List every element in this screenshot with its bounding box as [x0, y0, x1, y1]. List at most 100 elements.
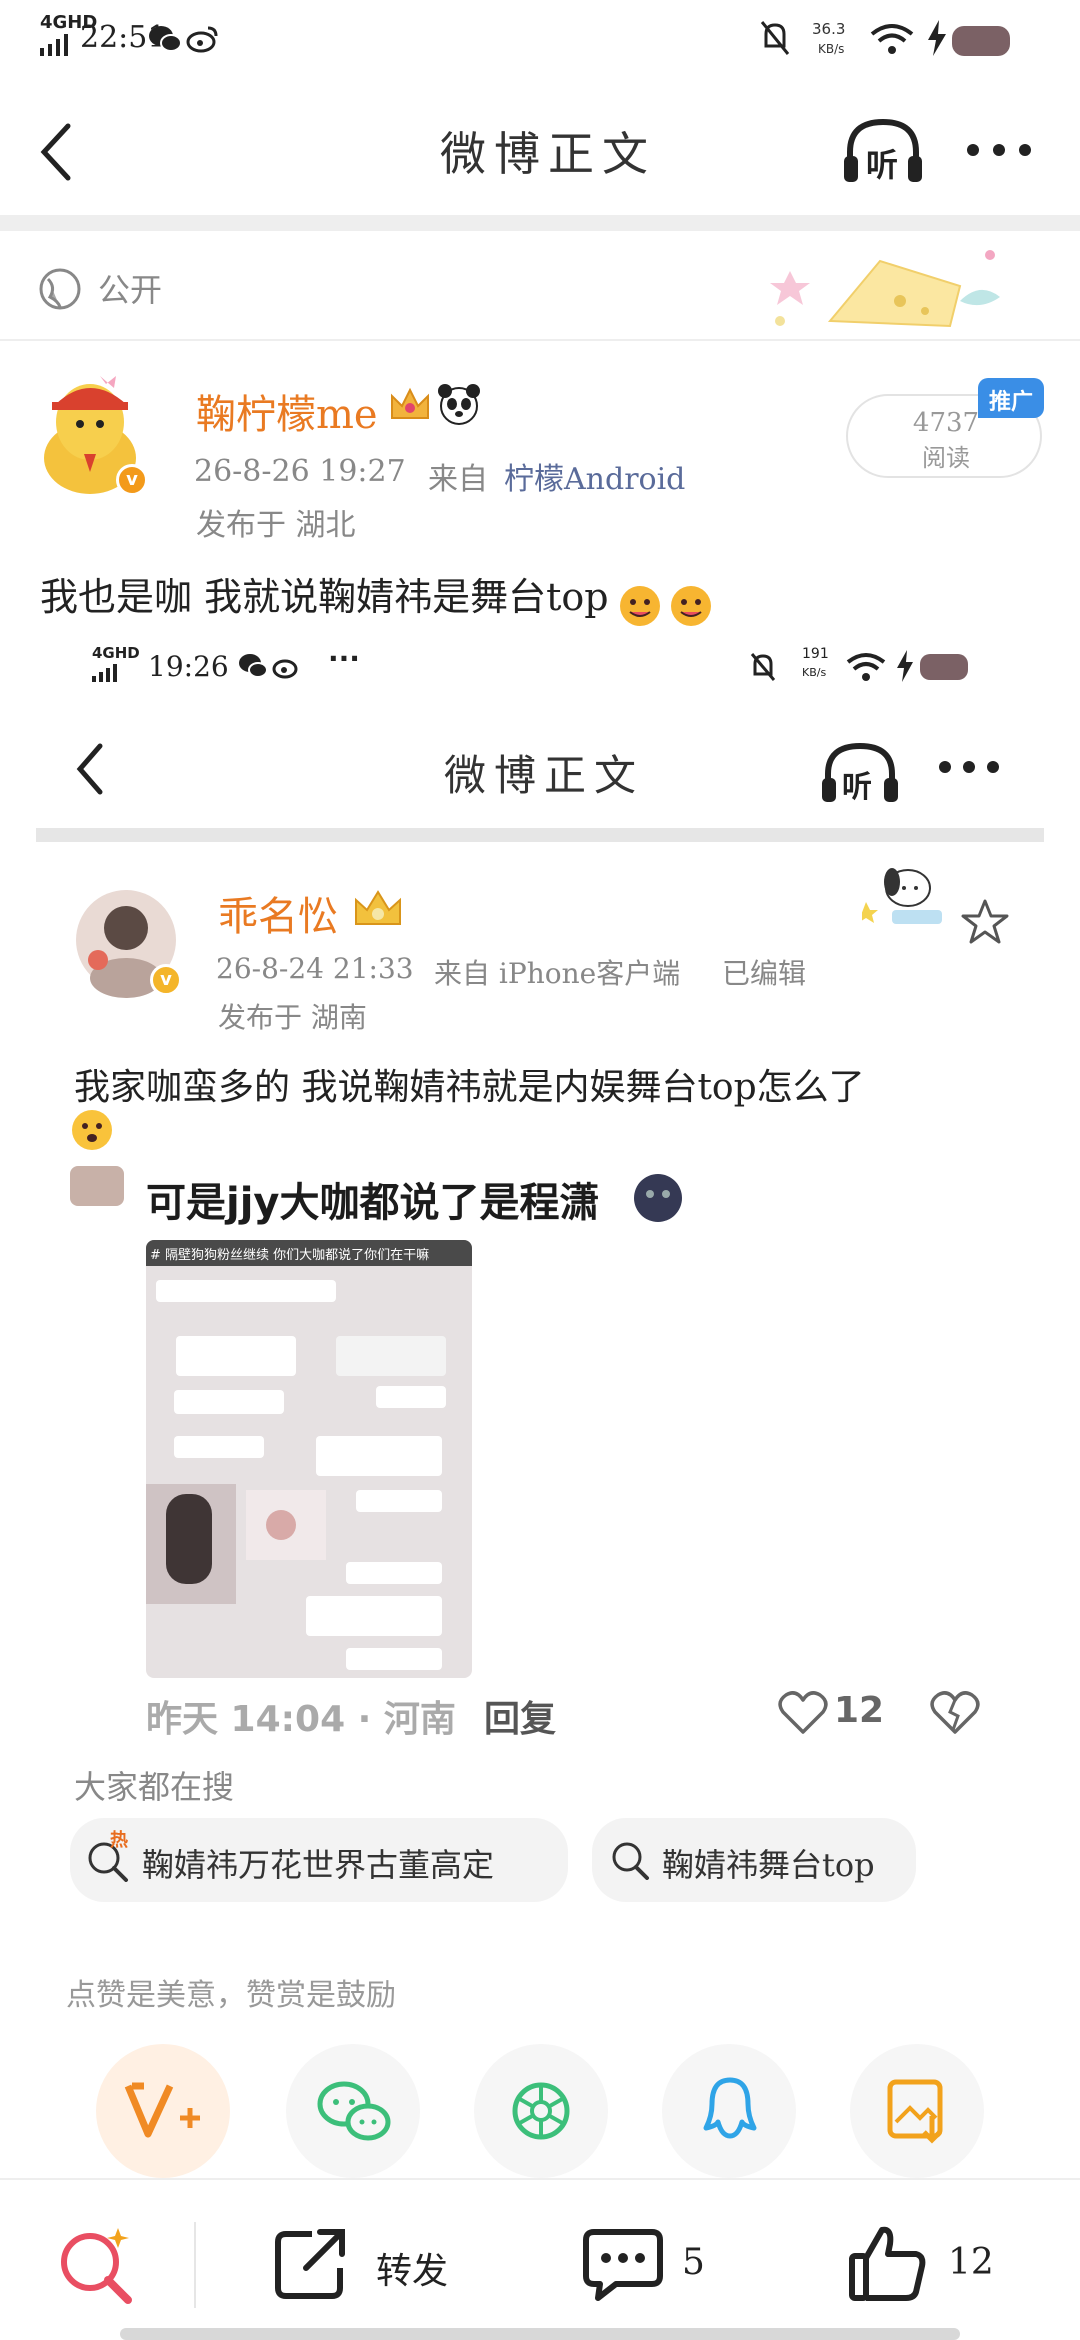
inner-more-dots-icon	[939, 761, 999, 773]
listen-button[interactable]: 听	[842, 116, 924, 186]
inner-mute-icon	[750, 653, 776, 681]
privacy-label: 公开	[98, 271, 163, 309]
inner-post-time: 26-8-24 21:33	[216, 952, 414, 985]
read-label: 阅读	[922, 444, 970, 472]
inner-battery-icon	[920, 654, 968, 680]
chat-bubble	[336, 1336, 446, 1376]
comment-button[interactable]: 5	[582, 2220, 742, 2310]
v-plus-icon	[124, 2082, 200, 2138]
comment-screenshot-image: # 隔壁狗狗粉丝继续 你们大咖都说了你们在干嘛	[146, 1240, 472, 1678]
comment-icon	[583, 2229, 663, 2301]
search-suggestion-2[interactable]: 鞠婧祎舞台top	[592, 1818, 916, 1902]
chat-bubble	[316, 1436, 442, 1476]
comment-count: 5	[682, 2242, 705, 2283]
section-divider	[0, 215, 1080, 231]
inner-post-text: 我家咖蛮多的 我说鞠婧祎就是内娱舞台top怎么了	[74, 1067, 865, 1108]
post-client-link[interactable]: 柠檬Android	[504, 454, 685, 498]
ai-search-icon	[61, 2228, 132, 2304]
globe-icon	[39, 268, 81, 310]
chat-photo	[146, 1484, 236, 1604]
wechat-status-icon	[149, 26, 182, 52]
cheese-sticker-decoration	[770, 250, 1000, 328]
screenshot-caption-bar: # 隔壁狗狗粉丝继续 你们大咖都说了你们在干嘛	[146, 1240, 472, 1266]
net-speed-unit: KB/s	[818, 42, 845, 56]
save-image-share-button[interactable]	[850, 2044, 984, 2178]
promo-label: 推广	[988, 390, 1033, 415]
wechat-icon	[317, 2081, 391, 2141]
chat-bubble	[346, 1648, 442, 1670]
listen-label: 听	[866, 146, 899, 184]
photo-person	[166, 1494, 212, 1584]
moments-share-button[interactable]	[474, 2044, 608, 2178]
post-text-row: 我也是咖 我就说鞠婧祎是舞台top	[40, 566, 1040, 626]
broken-heart-icon	[930, 1691, 980, 1734]
like-button[interactable]: 12	[848, 2220, 1048, 2310]
save-image-icon	[887, 2079, 943, 2144]
inner-listen-label: 听	[842, 770, 872, 805]
status-bar: 4GHD 22:51 36.3 KB/s	[0, 0, 1080, 80]
chat-bubble	[376, 1386, 446, 1408]
top-nav: 微博正文 听	[0, 80, 1080, 215]
moments-icon	[512, 2082, 570, 2140]
inner-post-edited: 已编辑	[722, 957, 807, 990]
reply-button: 回复	[484, 1699, 557, 1740]
shocked-emoji-icon	[72, 1110, 112, 1150]
inner-wifi-icon	[846, 653, 886, 681]
tongue-emoji-icon	[619, 585, 660, 626]
charging-icon	[928, 20, 946, 56]
vplus-share-button[interactable]	[96, 2044, 230, 2178]
inner-post-location: 发布于 湖南	[218, 1001, 367, 1034]
inner-speed-unit: KB/s	[802, 666, 827, 679]
author-avatar[interactable]: v	[34, 366, 152, 496]
tongue-emoji-icon-2	[670, 585, 711, 626]
chat-bubble	[176, 1336, 296, 1376]
favorite-star-icon	[961, 899, 1009, 944]
repost-button[interactable]: 转发	[272, 2220, 492, 2310]
repost-icon	[275, 2229, 345, 2299]
search-heading: 大家都在搜	[74, 1768, 235, 1806]
photo-blob	[266, 1510, 296, 1540]
search-suggestion-1[interactable]: 热 鞠婧祎万花世界古董高定	[70, 1818, 568, 1902]
inner-page-title: 微博正文	[444, 751, 645, 800]
privacy-row: 公开	[0, 231, 1080, 341]
chat-bubble	[346, 1562, 442, 1584]
inner-network: 4GHD	[92, 644, 140, 662]
reward-tip: 点赞是美意，赞赏是鼓励	[66, 1978, 396, 2013]
screenshot-caption: # 隔壁狗狗粉丝继续 你们大咖都说了你们在干嘛	[150, 1248, 430, 1263]
inner-speed: 191	[802, 646, 829, 662]
inner-weibo-icon	[272, 659, 298, 679]
search-icon	[612, 1842, 649, 1880]
inner-verified-badge-icon: v	[150, 964, 182, 996]
post-location: 发布于 湖北	[196, 508, 356, 543]
hot-tag: 热	[110, 1830, 128, 1851]
weibo-status-icon	[186, 26, 218, 53]
verified-badge-icon: v	[116, 464, 148, 496]
commenter-avatar	[70, 1166, 124, 1206]
bottom-divider	[194, 2222, 196, 2308]
inner-wechat-icon	[239, 654, 268, 678]
chat-bubble	[156, 1280, 336, 1302]
inner-divider	[36, 828, 1044, 842]
post-time: 26-8-26 19:27	[194, 454, 406, 489]
comment-time-location: 昨天 14:04 · 河南	[146, 1699, 456, 1740]
back-arrow-icon[interactable]	[38, 122, 74, 182]
wechat-share-button[interactable]	[286, 2044, 420, 2178]
post-text: 我也是咖 我就说鞠婧祎是舞台top	[40, 575, 609, 619]
promo-badge[interactable]: 推广	[978, 378, 1044, 418]
bottom-action-bar: 转发 5 12	[0, 2178, 1080, 2340]
post-from-label: 来自	[428, 462, 488, 497]
like-count: 12	[948, 2242, 994, 2283]
inner-time: 19:26	[148, 650, 229, 683]
dark-face-emoji-icon	[634, 1174, 682, 1222]
inner-signal-icon	[92, 664, 117, 682]
qq-share-button[interactable]	[662, 2044, 796, 2178]
wifi-icon	[870, 24, 914, 54]
crown-badge-icon	[391, 387, 429, 419]
magic-search-button[interactable]	[56, 2224, 140, 2308]
more-menu-button[interactable]	[966, 142, 1032, 156]
author-name[interactable]: 鞠柠檬me	[196, 382, 378, 440]
chat-bubble	[174, 1390, 284, 1414]
chat-bubble	[356, 1490, 442, 1512]
search-suggestion-label: 鞠婧祎舞台top	[662, 1846, 875, 1884]
inner-author-avatar: v	[74, 888, 184, 998]
